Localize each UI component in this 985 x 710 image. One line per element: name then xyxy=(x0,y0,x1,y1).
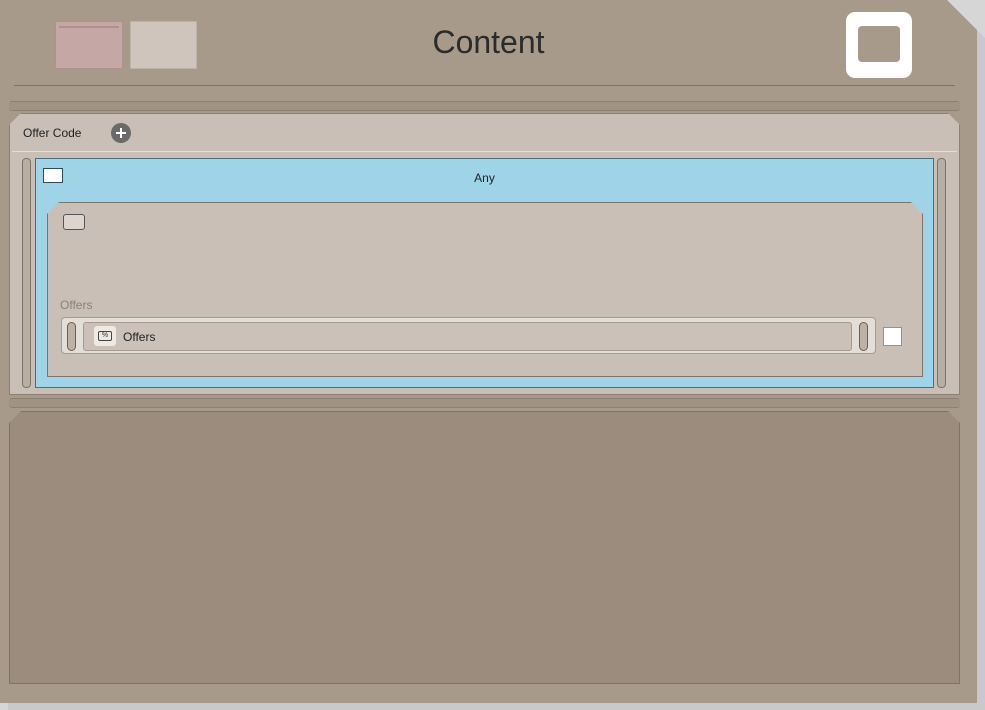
right-scroll-handle[interactable] xyxy=(937,158,946,388)
window-button[interactable] xyxy=(846,12,912,78)
drop-area[interactable] xyxy=(9,411,960,684)
dropdown-left-handle[interactable] xyxy=(67,322,76,351)
offers-selector[interactable]: % Offers xyxy=(83,322,852,351)
panel-divider xyxy=(12,151,957,152)
offers-value: Offers xyxy=(123,330,156,344)
dropdown-right-handle[interactable] xyxy=(859,322,868,351)
any-label: Any xyxy=(474,171,495,185)
window-header: Content xyxy=(0,0,977,86)
middle-rail xyxy=(9,398,960,408)
page-title: Content xyxy=(432,24,545,60)
offers-side-checkbox[interactable] xyxy=(883,327,902,346)
any-condition-block[interactable]: Any Offers % Offers xyxy=(35,158,934,388)
offers-dropdown[interactable]: % Offers xyxy=(61,317,876,354)
content-window: Content Offer Code Any Offers % Offers xyxy=(0,0,977,703)
offers-block: Offers % Offers xyxy=(47,202,923,377)
offer-tag-icon: % xyxy=(98,331,112,341)
left-scroll-handle[interactable] xyxy=(22,158,31,388)
offers-block-checkbox[interactable] xyxy=(63,214,85,230)
offers-field-label: Offers xyxy=(60,298,93,312)
offer-code-label: Offer Code xyxy=(23,126,82,140)
plus-circle-icon[interactable] xyxy=(111,123,131,143)
top-rail xyxy=(9,101,960,111)
header-divider xyxy=(14,85,955,86)
